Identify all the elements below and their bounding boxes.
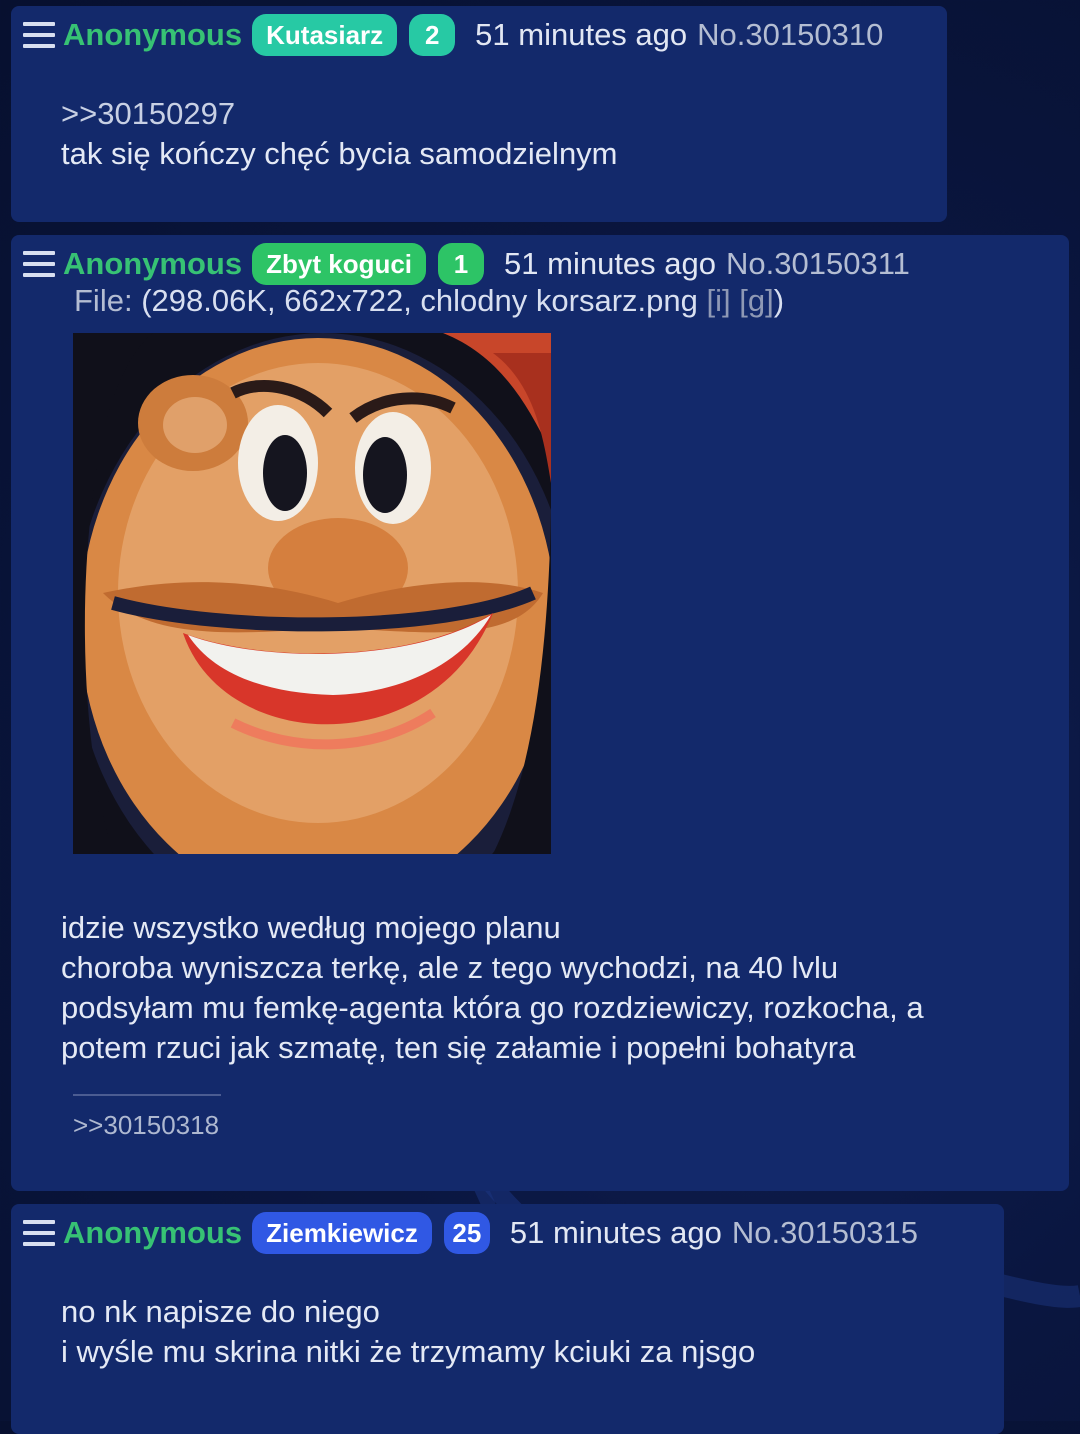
hamburger-menu-icon[interactable] [23, 1220, 55, 1246]
post-text-line: i wyśle mu skrina nitki że trzymamy kciu… [61, 1334, 756, 1369]
post-count-badge[interactable]: 1 [438, 243, 485, 285]
post-text-line: potem rzuci jak szmatę, ten się załamie … [61, 1030, 856, 1065]
post-text-line: idzie wszystko według mojego planu [61, 910, 561, 945]
flag-badge: Zbyt koguci [252, 243, 427, 285]
post-body: idzie wszystko według mojego planu choro… [61, 908, 924, 1068]
poster-name: Anonymous [63, 17, 243, 52]
reply-link[interactable]: >>30150318 [73, 1110, 219, 1141]
quote-link[interactable]: >>30150297 [61, 94, 618, 134]
file-paren-open: ( [141, 283, 152, 318]
post-time: 51 minutes ago [475, 17, 688, 52]
file-info: File: (298.06K, 662x722, chlodny korsarz… [74, 283, 784, 319]
file-paren-close: ) [773, 283, 785, 318]
poster-name: Anonymous [63, 246, 243, 281]
post-count-badge[interactable]: 25 [443, 1212, 490, 1254]
post-body: >>30150297 tak się kończy chęć bycia sam… [61, 94, 618, 174]
post-header: Anonymous Zbyt koguci 1 51 minutes ago N… [23, 243, 910, 285]
post-text-line: tak się kończy chęć bycia samodzielnym [61, 136, 618, 171]
post-number[interactable]: No.30150315 [732, 1215, 918, 1251]
post: Anonymous Zbyt koguci 1 51 minutes ago N… [11, 235, 1069, 1191]
post-header: Anonymous Kutasiarz 2 51 minutes ago No.… [23, 14, 883, 56]
hamburger-menu-icon[interactable] [23, 22, 55, 48]
hamburger-menu-icon[interactable] [23, 251, 55, 277]
post-number[interactable]: No.30150311 [726, 246, 910, 282]
post-number[interactable]: No.30150310 [697, 17, 883, 53]
post-text-line: no nk napisze do niego [61, 1294, 380, 1329]
replies-divider [73, 1094, 221, 1096]
post-text-line: choroba wyniszcza terkę, ale z tego wych… [61, 950, 839, 985]
file-details[interactable]: 298.06K, 662x722, chlodny korsarz.png [152, 283, 698, 318]
post-time: 51 minutes ago [509, 1215, 722, 1250]
flag-badge: Kutasiarz [252, 14, 398, 56]
post-image-thumbnail[interactable] [73, 333, 551, 854]
post-body: no nk napisze do niego i wyśle mu skrina… [61, 1292, 755, 1372]
image-search-i-link[interactable]: [i] [706, 283, 730, 318]
post-count-badge[interactable]: 2 [409, 14, 456, 56]
post-text-line: podsyłam mu femkę-agenta która go rozdzi… [61, 990, 924, 1025]
flag-badge: Ziemkiewicz [252, 1212, 432, 1254]
post: Anonymous Ziemkiewicz 25 51 minutes ago … [11, 1204, 1004, 1434]
post-time: 51 minutes ago [504, 246, 717, 281]
cartoon-face-image [73, 333, 551, 854]
post-header: Anonymous Ziemkiewicz 25 51 minutes ago … [23, 1212, 918, 1254]
poster-name: Anonymous [63, 1215, 243, 1250]
file-label: File: [74, 283, 133, 318]
image-search-g-link[interactable]: [g] [739, 283, 773, 318]
post: Anonymous Kutasiarz 2 51 minutes ago No.… [11, 6, 947, 222]
